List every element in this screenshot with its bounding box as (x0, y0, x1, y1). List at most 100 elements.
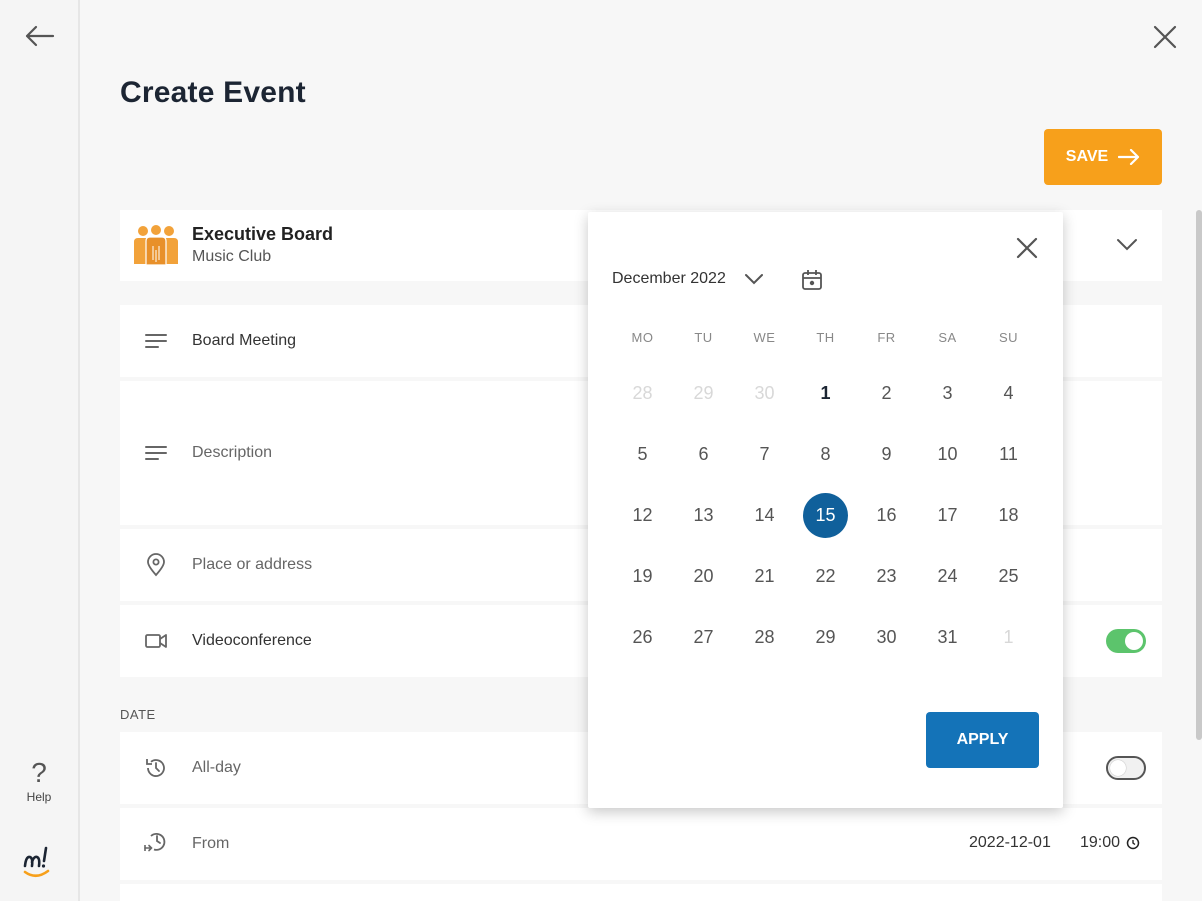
calendar-day[interactable]: 4 (978, 363, 1039, 424)
from-row: From 2022-12-01 19:00 (120, 808, 1162, 880)
calendar-day[interactable]: 28 (734, 607, 795, 668)
calendar-day[interactable]: 22 (795, 546, 856, 607)
calendar-day[interactable]: 7 (734, 424, 795, 485)
app-logo (23, 846, 50, 878)
calendar-day-number: 22 (815, 566, 836, 586)
calendar-day-number: 6 (698, 444, 709, 464)
calendar-day[interactable]: 11 (978, 424, 1039, 485)
history-clock-icon (146, 759, 165, 777)
calendar-day[interactable]: 21 (734, 546, 795, 607)
from-time[interactable]: 19:00 (1080, 834, 1140, 852)
calendar-day[interactable]: 13 (673, 485, 734, 546)
apply-button[interactable]: APPLY (926, 712, 1039, 768)
weekday-header: MO TU WE TH FR SA SU (612, 330, 1039, 345)
calendar-day[interactable]: 30 (856, 607, 917, 668)
videoconference-label: Videoconference (192, 632, 312, 649)
calendar-day-number: 5 (637, 444, 648, 464)
help-link[interactable]: ? Help (0, 757, 78, 805)
calendar-day[interactable]: 19 (612, 546, 673, 607)
calendar-day-number: 29 (815, 627, 836, 647)
calendar-day-number: 2 (881, 383, 892, 403)
calendar-day-number: 17 (937, 505, 958, 525)
close-icon[interactable] (1015, 236, 1039, 260)
calendar-day[interactable]: 31 (917, 607, 978, 668)
calendar-day-number: 8 (820, 444, 831, 464)
calendar-day[interactable]: 29 (795, 607, 856, 668)
calendar-day-number: 13 (693, 505, 714, 525)
save-button[interactable]: SAVE (1044, 129, 1162, 185)
save-label: SAVE (1065, 148, 1109, 165)
calendar-day[interactable]: 2 (856, 363, 917, 424)
calendar-day[interactable]: 5 (612, 424, 673, 485)
calendar-day-number: 31 (937, 627, 958, 647)
calendar-today-icon[interactable] (800, 268, 824, 292)
calendar-day[interactable]: 9 (856, 424, 917, 485)
calendar-week-row: 12 13 14 15 16 17 18 (612, 485, 1039, 546)
back-button[interactable] (24, 22, 56, 50)
from-date[interactable]: 2022-12-01 (969, 834, 1051, 852)
calendar-grid: MO TU WE TH FR SA SU 28 29 30 1 2 3 4 5 6 7 8 9 10 11 12 13 14… (612, 330, 1039, 668)
month-selector[interactable]: December 2022 (612, 270, 764, 288)
weekday-label: TU (694, 330, 713, 345)
calendar-day-number: 20 (693, 566, 714, 586)
place-placeholder: Place or address (192, 556, 313, 573)
calendar-day-number: 1 (1003, 627, 1014, 647)
calendar-day-number: 15 (803, 493, 848, 538)
calendar-day[interactable]: 29 (673, 363, 734, 424)
weekday-label: SU (998, 330, 1019, 345)
calendar-day[interactable]: 8 (795, 424, 856, 485)
calendar-day-number: 28 (632, 383, 653, 403)
calendar-day[interactable]: 25 (978, 546, 1039, 607)
calendar-day-number: 28 (754, 627, 775, 647)
calendar-day-number: 30 (876, 627, 897, 647)
calendar-day[interactable]: 6 (673, 424, 734, 485)
question-mark-icon: ? (31, 757, 47, 788)
text-lines-icon (145, 446, 167, 460)
calendar-day[interactable]: 18 (978, 485, 1039, 546)
calendar-day[interactable]: 23 (856, 546, 917, 607)
calendar-day-number: 29 (693, 383, 714, 403)
allday-toggle[interactable] (1106, 756, 1146, 780)
description-placeholder: Description (192, 444, 273, 461)
calendar-day-number: 14 (754, 505, 775, 525)
weekday-label: TH (816, 330, 835, 345)
chevron-down-icon[interactable] (1116, 236, 1138, 252)
calendar-day-number: 4 (1003, 383, 1014, 403)
videoconference-toggle[interactable] (1106, 629, 1146, 653)
calendar-day-number: 11 (999, 444, 1018, 464)
calendar-day[interactable]: 12 (612, 485, 673, 546)
calendar-day-selected[interactable]: 15 (795, 485, 856, 546)
calendar-day-number: 12 (632, 505, 653, 525)
calendar-day[interactable]: 1 (795, 363, 856, 424)
calendar-day-number: 24 (937, 566, 958, 586)
scrollbar[interactable] (1196, 210, 1202, 740)
next-row (120, 884, 1162, 901)
calendar-day[interactable]: 16 (856, 485, 917, 546)
group-name: Executive Board (192, 224, 334, 244)
calendar-day-number: 18 (998, 505, 1019, 525)
calendar-day[interactable]: 28 (612, 363, 673, 424)
calendar-day[interactable]: 24 (917, 546, 978, 607)
calendar-day[interactable]: 27 (673, 607, 734, 668)
date-picker-popup: December 2022 MO TU WE TH FR SA SU 28 29 30 1 2 3 4 5… (588, 212, 1063, 808)
calendar-day[interactable]: 17 (917, 485, 978, 546)
calendar-day-number: 21 (754, 566, 775, 586)
calendar-day-number: 23 (876, 566, 897, 586)
calendar-day[interactable]: 20 (673, 546, 734, 607)
calendar-day[interactable]: 26 (612, 607, 673, 668)
arrow-left-icon (25, 25, 55, 47)
clock-arrow-icon (144, 833, 166, 852)
calendar-day-number: 25 (998, 566, 1019, 586)
calendar-day[interactable]: 10 (917, 424, 978, 485)
video-camera-icon (145, 634, 167, 648)
calendar-day[interactable]: 14 (734, 485, 795, 546)
calendar-day[interactable]: 30 (734, 363, 795, 424)
weekday-label: MO (631, 330, 654, 345)
weekday-label: SA (938, 330, 957, 345)
close-icon[interactable] (1152, 24, 1178, 50)
calendar-day-number: 30 (754, 383, 775, 403)
calendar-day[interactable]: 3 (917, 363, 978, 424)
calendar-day-number: 10 (937, 444, 958, 464)
calendar-day[interactable]: 1 (978, 607, 1039, 668)
calendar-week-row: 26 27 28 29 30 31 1 (612, 607, 1039, 668)
